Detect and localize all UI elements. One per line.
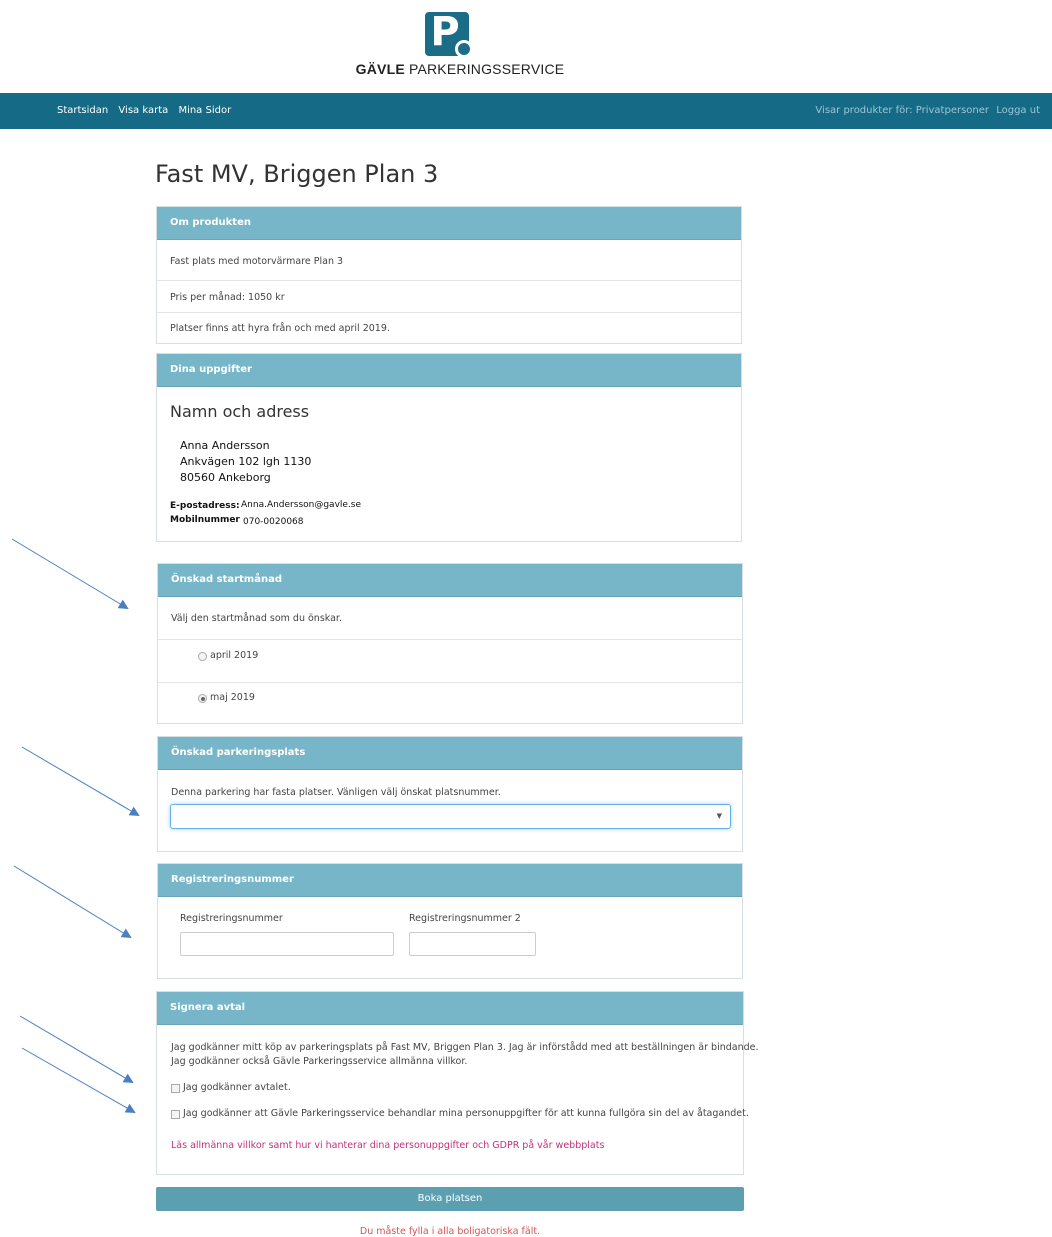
registration-panel-heading: Registreringsnummer bbox=[158, 864, 742, 897]
start-month-panel: Önskad startmånad Välj den startmånad so… bbox=[157, 563, 743, 724]
nav-link-mina-sidor[interactable]: Mina Sidor bbox=[178, 105, 231, 116]
registration-panel: Registreringsnummer Registreringsnummer … bbox=[157, 863, 743, 979]
logo-text[interactable]: GÄVLE PARKERINGSSERVICE bbox=[330, 61, 590, 77]
registration-input-1[interactable] bbox=[180, 932, 394, 956]
radio-april-2019[interactable] bbox=[198, 652, 207, 661]
logo-icon[interactable]: P bbox=[425, 9, 473, 58]
accept-agreement-checkbox[interactable] bbox=[171, 1084, 180, 1093]
details-panel: Dina uppgifter Namn och adress Anna Ande… bbox=[156, 353, 742, 542]
start-month-instruction: Välj den startmånad som du önskar. bbox=[171, 613, 342, 624]
agreement-panel: Signera avtal Jag godkänner mitt köp av … bbox=[156, 991, 759, 1175]
annotation-arrow-parking-spot bbox=[21, 746, 140, 817]
details-email: Anna.Andersson@gavle.se bbox=[241, 500, 362, 510]
registration-label-1: Registreringsnummer bbox=[180, 913, 283, 924]
terms-gdpr-link[interactable]: Läs allmänna villkor samt hur vi hantera… bbox=[171, 1140, 604, 1151]
accept-agreement-label[interactable]: Jag godkänner avtalet. bbox=[183, 1082, 291, 1093]
page-title: Fast MV, Briggen Plan 3 bbox=[155, 160, 439, 188]
annotation-arrow-registration bbox=[13, 865, 132, 939]
logo-brand-bold: GÄVLE bbox=[355, 61, 405, 77]
logo-dot bbox=[455, 40, 473, 58]
details-subheading: Namn och adress bbox=[170, 402, 310, 421]
annotation-arrow-gdpr-checkbox bbox=[21, 1047, 136, 1113]
registration-input-2[interactable] bbox=[409, 932, 536, 956]
start-month-panel-heading: Önskad startmånad bbox=[158, 564, 742, 597]
parking-spot-select[interactable]: ▼ bbox=[170, 804, 731, 829]
accept-gdpr-label[interactable]: Jag godkänner att Gävle Parkeringsservic… bbox=[183, 1108, 749, 1119]
parking-spot-panel: Önskad parkeringsplats Denna parkering h… bbox=[157, 736, 743, 852]
product-description: Fast plats med motorvärmare Plan 3 bbox=[170, 256, 344, 267]
radio-maj-2019[interactable] bbox=[198, 694, 207, 703]
error-message: Du måste fylla i alla boligatoriska fält… bbox=[359, 1226, 541, 1237]
products-for-text[interactable]: Visar produkter för: Privatpersoner bbox=[815, 105, 989, 116]
annotation-arrows bbox=[11, 538, 140, 1113]
parking-spot-instruction: Denna parkering har fasta platser. Vänli… bbox=[171, 787, 501, 798]
product-price: Pris per månad: 1050 kr bbox=[170, 292, 285, 303]
agreement-panel-heading: Signera avtal bbox=[157, 992, 743, 1025]
radio-label-maj-2019[interactable]: maj 2019 bbox=[210, 692, 255, 703]
details-panel-heading: Dina uppgifter bbox=[157, 354, 741, 387]
registration-label-2: Registreringsnummer 2 bbox=[409, 913, 521, 924]
product-panel: Om produkten Fast plats med motorvärmare… bbox=[156, 206, 742, 344]
annotation-arrow-agreement-checkbox bbox=[19, 1015, 134, 1084]
details-phone: 070-0020068 bbox=[243, 517, 304, 527]
agreement-text-line-1: Jag godkänner mitt köp av parkeringsplat… bbox=[171, 1042, 759, 1053]
details-name: Anna Andersson bbox=[180, 439, 270, 452]
radio-label-april-2019[interactable]: april 2019 bbox=[210, 650, 258, 661]
details-phone-label: Mobilnummer bbox=[170, 515, 240, 525]
agreement-text-line-2: Jag godkänner också Gävle Parkeringsserv… bbox=[171, 1056, 468, 1067]
details-email-label: E-postadress: bbox=[170, 501, 240, 511]
logo-brand-rest: PARKERINGSSERVICE bbox=[404, 61, 565, 77]
details-street: Ankvägen 102 lgh 1130 bbox=[180, 455, 312, 468]
logout-link[interactable]: Logga ut bbox=[996, 105, 1040, 116]
product-availability: Platser finns att hyra från och med apri… bbox=[170, 323, 390, 334]
details-postal: 80560 Ankeborg bbox=[180, 471, 271, 484]
book-button[interactable]: Boka platsen bbox=[156, 1187, 744, 1211]
parking-spot-panel-heading: Önskad parkeringsplats bbox=[158, 737, 742, 770]
accept-gdpr-checkbox[interactable] bbox=[171, 1110, 180, 1119]
chevron-down-icon: ▼ bbox=[716, 812, 722, 820]
product-panel-heading: Om produkten bbox=[157, 207, 741, 240]
annotation-arrow-start-month bbox=[11, 538, 129, 610]
